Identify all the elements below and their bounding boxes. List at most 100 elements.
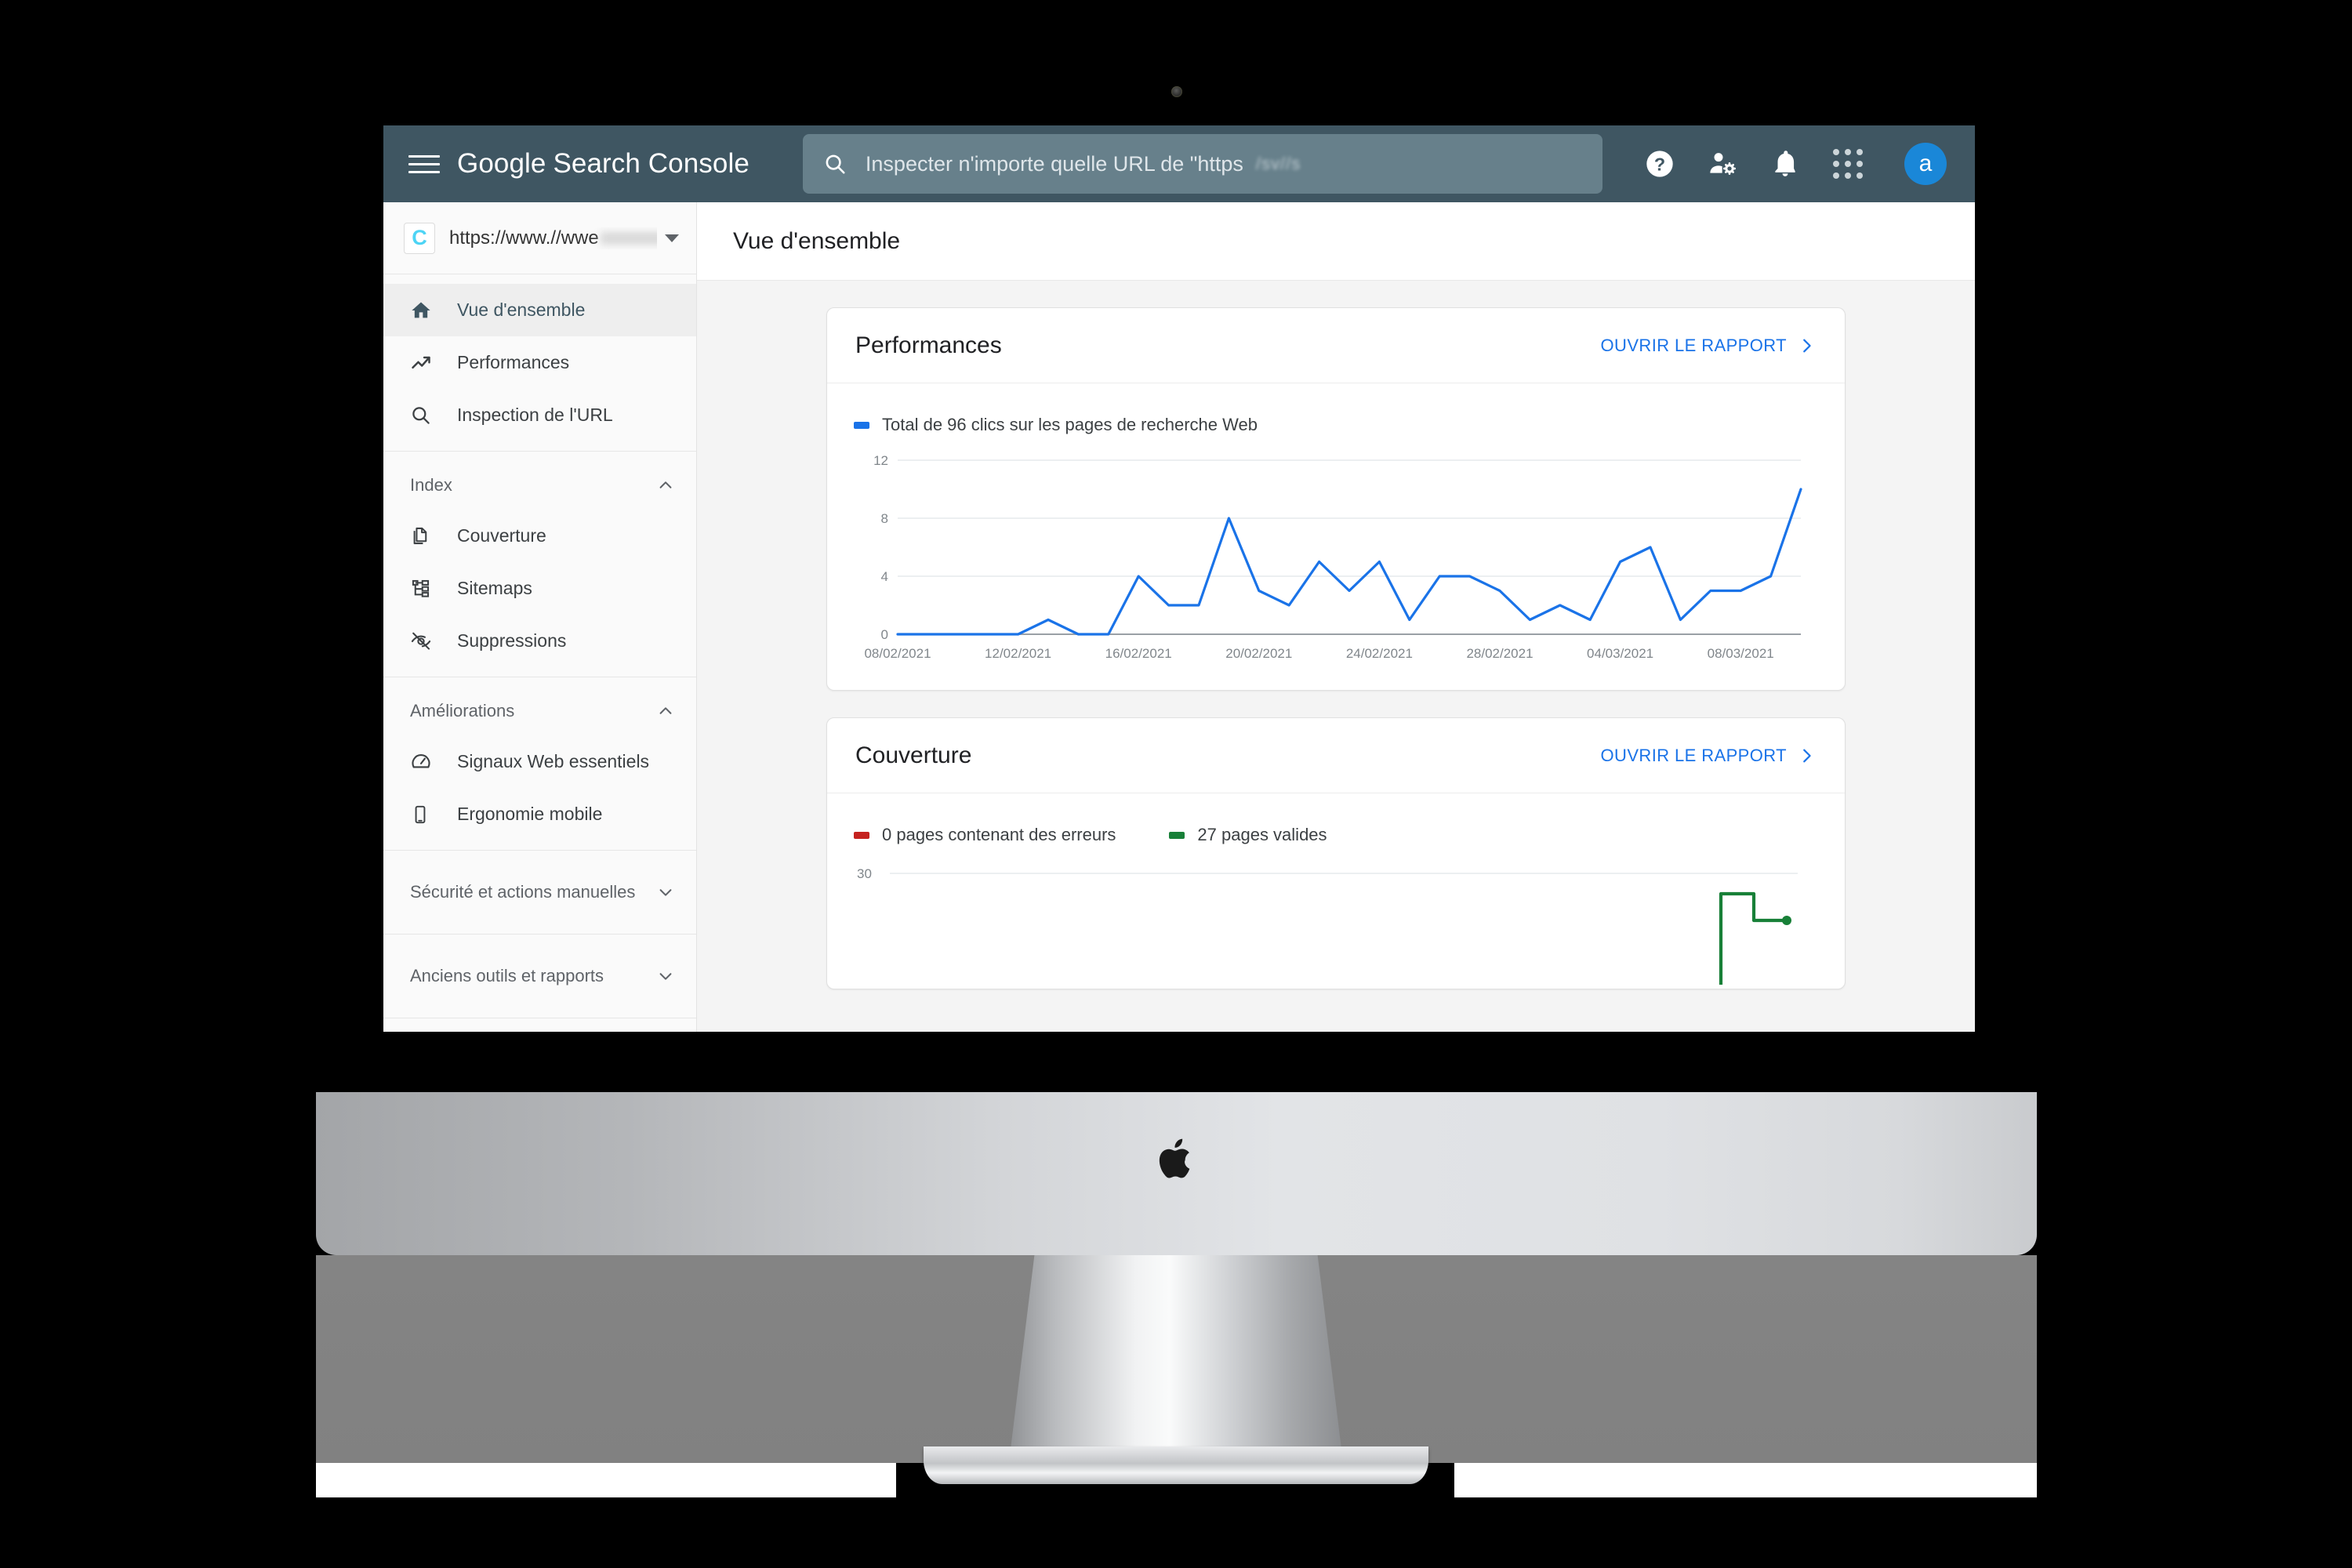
imac-stand-neck [1007, 1255, 1345, 1475]
header-actions: ? a [1642, 125, 1947, 202]
notifications-bell-icon[interactable] [1768, 147, 1802, 181]
app-brand[interactable]: Google Search Console [457, 148, 750, 180]
sidebar-section-title: Index [410, 475, 452, 495]
x-axis-tick-label: 16/02/2021 [1105, 646, 1172, 661]
screenshot-stage: Google Search Console Inspecter n'importe… [0, 0, 2352, 1568]
sidebar-section-header-security[interactable]: Sécurité et actions manuelles [383, 868, 696, 916]
x-axis-tick-label: 08/02/2021 [864, 646, 931, 661]
sidebar-item-label: Inspection de l'URL [457, 405, 613, 425]
page-title-bar: Vue d'ensemble [697, 202, 1975, 281]
sidebar-section-header-enhancements[interactable]: Améliorations [383, 687, 696, 735]
sidebar-item-label: Vue d'ensemble [457, 299, 586, 320]
card-title: Performances [855, 332, 1002, 358]
hamburger-menu-icon[interactable] [408, 150, 440, 179]
property-url-redacted [600, 232, 657, 245]
sidebar-item-label: Couverture [457, 525, 546, 546]
legend-label: Total de 96 clics sur les pages de reche… [882, 415, 1258, 434]
sidebar-item-mobile-usability[interactable]: Ergonomie mobile [383, 788, 696, 840]
legend-swatch-icon [854, 831, 869, 839]
coverage-card: Couverture OUVRIR LE RAPPORT 0 pages con… [826, 717, 1846, 989]
legend-item-valid: 27 pages valides [1169, 825, 1327, 845]
sidebar-item-label: Ergonomie mobile [457, 804, 603, 824]
chevron-up-icon [659, 707, 672, 714]
chevron-right-icon [1803, 749, 1811, 762]
sidebar-section-legacy-tools: Anciens outils et rapports [383, 935, 696, 1018]
chevron-right-icon [1803, 339, 1811, 352]
apps-grid-icon[interactable] [1831, 147, 1865, 181]
sidebar-item-performance[interactable]: Performances [383, 336, 696, 389]
coverage-y-tick: 30 [857, 866, 872, 881]
x-axis-tick-label: 28/02/2021 [1466, 646, 1533, 661]
sidebar-section-security: Sécurité et actions manuelles [383, 851, 696, 935]
url-inspection-search-box[interactable]: Inspecter n'importe quelle URL de "https… [802, 134, 1602, 194]
property-favicon-icon: C [404, 222, 435, 254]
svg-text:?: ? [1654, 154, 1665, 174]
open-report-button-coverage[interactable]: OUVRIR LE RAPPORT [1601, 746, 1815, 766]
sidebar-item-url-inspection[interactable]: Inspection de l'URL [383, 389, 696, 441]
brand-product-text: Search Console [553, 148, 750, 179]
sidebar-item-label: Signaux Web essentiels [457, 751, 650, 771]
y-axis-tick-label: 8 [881, 511, 888, 526]
legend-item-clicks: Total de 96 clics sur les pages de reche… [854, 415, 1258, 435]
y-axis-tick-label: 12 [873, 453, 888, 468]
legend-swatch-icon [854, 421, 869, 429]
avatar-letter: a [1918, 151, 1933, 176]
coverage-valid-series [1719, 891, 1787, 985]
copy-pages-icon [410, 525, 440, 546]
brand-google-text: Google [457, 148, 546, 179]
card-header: Couverture OUVRIR LE RAPPORT [827, 718, 1845, 793]
y-axis-tick-label: 4 [881, 569, 888, 584]
legend-label: 0 pages contenant des erreurs [882, 825, 1116, 844]
open-report-label: OUVRIR LE RAPPORT [1600, 335, 1787, 355]
sidebar-section-enhancements: Améliorations Signaux Web essentiels Erg… [383, 677, 696, 851]
sidebar-item-removals[interactable]: Suppressions [383, 615, 696, 667]
user-settings-icon[interactable] [1705, 147, 1740, 181]
legend-label: 27 pages valides [1197, 825, 1327, 844]
sidebar-section-header-legacy-tools[interactable]: Anciens outils et rapports [383, 952, 696, 1000]
page-title: Vue d'ensemble [733, 227, 901, 254]
x-axis-tick-label: 24/02/2021 [1346, 646, 1413, 661]
sidebar-section-title: Sécurité et actions manuelles [410, 882, 636, 902]
x-axis-tick-label: 20/02/2021 [1225, 646, 1292, 661]
x-axis-tick-label: 04/03/2021 [1587, 646, 1653, 661]
sidebar-item-overview[interactable]: Vue d'ensemble [383, 284, 696, 336]
search-icon [410, 405, 440, 426]
performance-chart[interactable]: 0 4 8 12 08/02/2021 12/02/2021 16/02/2021 20/0… [827, 435, 1845, 690]
search-redacted-text: /sv//s [1255, 154, 1301, 173]
sidebar-primary-nav: Vue d'ensemble Performances Inspection d… [383, 274, 696, 452]
sidebar-item-label: Performances [457, 352, 570, 372]
sidebar-section-title: Anciens outils et rapports [410, 966, 604, 985]
legend-swatch-icon [1169, 831, 1185, 839]
chevron-down-icon [659, 889, 672, 896]
desk-surface-right [1454, 1463, 2037, 1497]
performance-card: Performances OUVRIR LE RAPPORT Total de … [826, 307, 1846, 691]
eye-off-icon [410, 630, 440, 652]
avatar[interactable]: a [1904, 143, 1947, 185]
search-icon [826, 154, 845, 174]
imac-stand-base [924, 1446, 1428, 1484]
open-report-label: OUVRIR LE RAPPORT [1600, 745, 1787, 765]
property-selector[interactable]: C https://www.//wwe [383, 202, 696, 274]
sidebar-section-title: Améliorations [410, 701, 515, 720]
card-header: Performances OUVRIR LE RAPPORT [827, 308, 1845, 383]
sidebar-item-label: Suppressions [457, 630, 567, 651]
chevron-down-icon [659, 973, 672, 980]
sidebar-item-sitemaps[interactable]: Sitemaps [383, 562, 696, 615]
sidebar-item-core-web-vitals[interactable]: Signaux Web essentiels [383, 735, 696, 788]
x-axis-tick-label: 12/02/2021 [985, 646, 1051, 661]
property-url: https://www.//wwe [449, 227, 657, 249]
x-axis-tick-label: 08/03/2021 [1708, 646, 1774, 661]
coverage-chart[interactable]: 30 [827, 845, 1845, 989]
help-icon[interactable]: ? [1642, 147, 1677, 181]
y-axis-tick-label: 0 [881, 627, 888, 642]
legend-item-errors: 0 pages contenant des erreurs [854, 825, 1116, 845]
apple-logo-icon [1159, 1138, 1190, 1178]
app-body: C https://www.//wwe Vue d'ensemble Perfo… [383, 202, 1975, 1032]
open-report-button-performance[interactable]: OUVRIR LE RAPPORT [1601, 336, 1815, 356]
sidebar-item-coverage[interactable]: Couverture [383, 510, 696, 562]
content-scroll-area[interactable]: Performances OUVRIR LE RAPPORT Total de … [697, 281, 1975, 1032]
main-content: Vue d'ensemble Performances OUVRIR LE RA… [697, 202, 1975, 1032]
webcam-icon [1171, 86, 1182, 97]
sidebar-section-header-index[interactable]: Index [383, 461, 696, 510]
mobile-phone-icon [410, 804, 440, 825]
